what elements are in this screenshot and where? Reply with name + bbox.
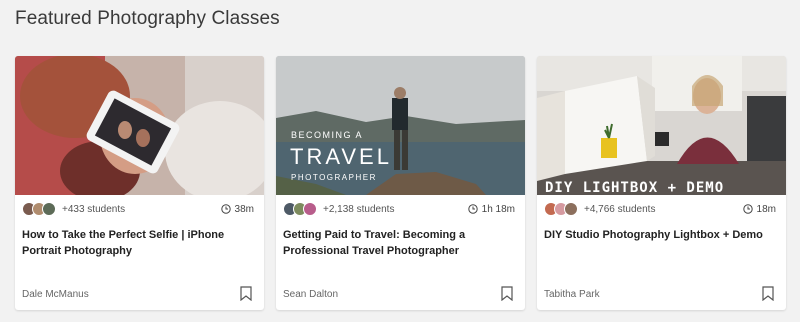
class-author[interactable]: Sean Dalton — [283, 289, 338, 300]
class-thumbnail[interactable]: DIY LIGHTBOX + DEMO — [537, 56, 786, 195]
section-title: Featured Photography Classes — [15, 8, 280, 29]
class-author[interactable]: Tabitha Park — [544, 289, 600, 300]
class-thumbnail[interactable]: BECOMING A TRAVEL PHOTOGRAPHER — [276, 56, 525, 195]
thumb-overlay-line1: DIY LIGHTBOX + DEMO — [545, 180, 724, 195]
class-meta: +4,766 students 18m — [544, 201, 776, 217]
class-duration: 18m — [742, 203, 776, 215]
duration-label: 38m — [234, 203, 254, 215]
clock-icon — [742, 204, 753, 214]
thumb-overlay-line3: PHOTOGRAPHER — [291, 173, 377, 182]
bookmark-icon[interactable] — [240, 286, 252, 301]
student-count: +433 students — [62, 203, 126, 215]
class-card[interactable]: DIY LIGHTBOX + DEMO +4,766 students 18m … — [537, 56, 786, 310]
class-thumbnail[interactable] — [15, 56, 264, 195]
class-title[interactable]: DIY Studio Photography Lightbox + Demo — [544, 227, 776, 243]
class-meta: +2,138 students 1h 18m — [283, 201, 515, 217]
student-count: +4,766 students — [584, 203, 656, 215]
duration-label: 1h 18m — [481, 203, 515, 215]
clock-icon — [220, 204, 231, 214]
avatar — [303, 202, 317, 216]
student-avatars — [283, 202, 317, 216]
avatar — [42, 202, 56, 216]
class-cards: +433 students 38m How to Take the Perfec… — [15, 56, 786, 310]
thumb-overlay-line2: TRAVEL — [290, 144, 392, 169]
class-duration: 38m — [220, 203, 254, 215]
student-avatars — [22, 202, 56, 216]
thumb-overlay-line1: BECOMING A — [291, 130, 363, 140]
bookmark-icon[interactable] — [762, 286, 774, 301]
duration-label: 18m — [756, 203, 776, 215]
class-author[interactable]: Dale McManus — [22, 289, 89, 300]
class-card[interactable]: +433 students 38m How to Take the Perfec… — [15, 56, 264, 310]
student-count: +2,138 students — [323, 203, 395, 215]
class-card[interactable]: BECOMING A TRAVEL PHOTOGRAPHER +2,138 st… — [276, 56, 525, 310]
student-avatars — [544, 202, 578, 216]
class-duration: 1h 18m — [467, 203, 515, 215]
class-meta: +433 students 38m — [22, 201, 254, 217]
class-title[interactable]: How to Take the Perfect Selfie | iPhone … — [22, 227, 254, 259]
avatar — [564, 202, 578, 216]
clock-icon — [467, 204, 478, 214]
class-title[interactable]: Getting Paid to Travel: Becoming a Profe… — [283, 227, 515, 259]
bookmark-icon[interactable] — [501, 286, 513, 301]
